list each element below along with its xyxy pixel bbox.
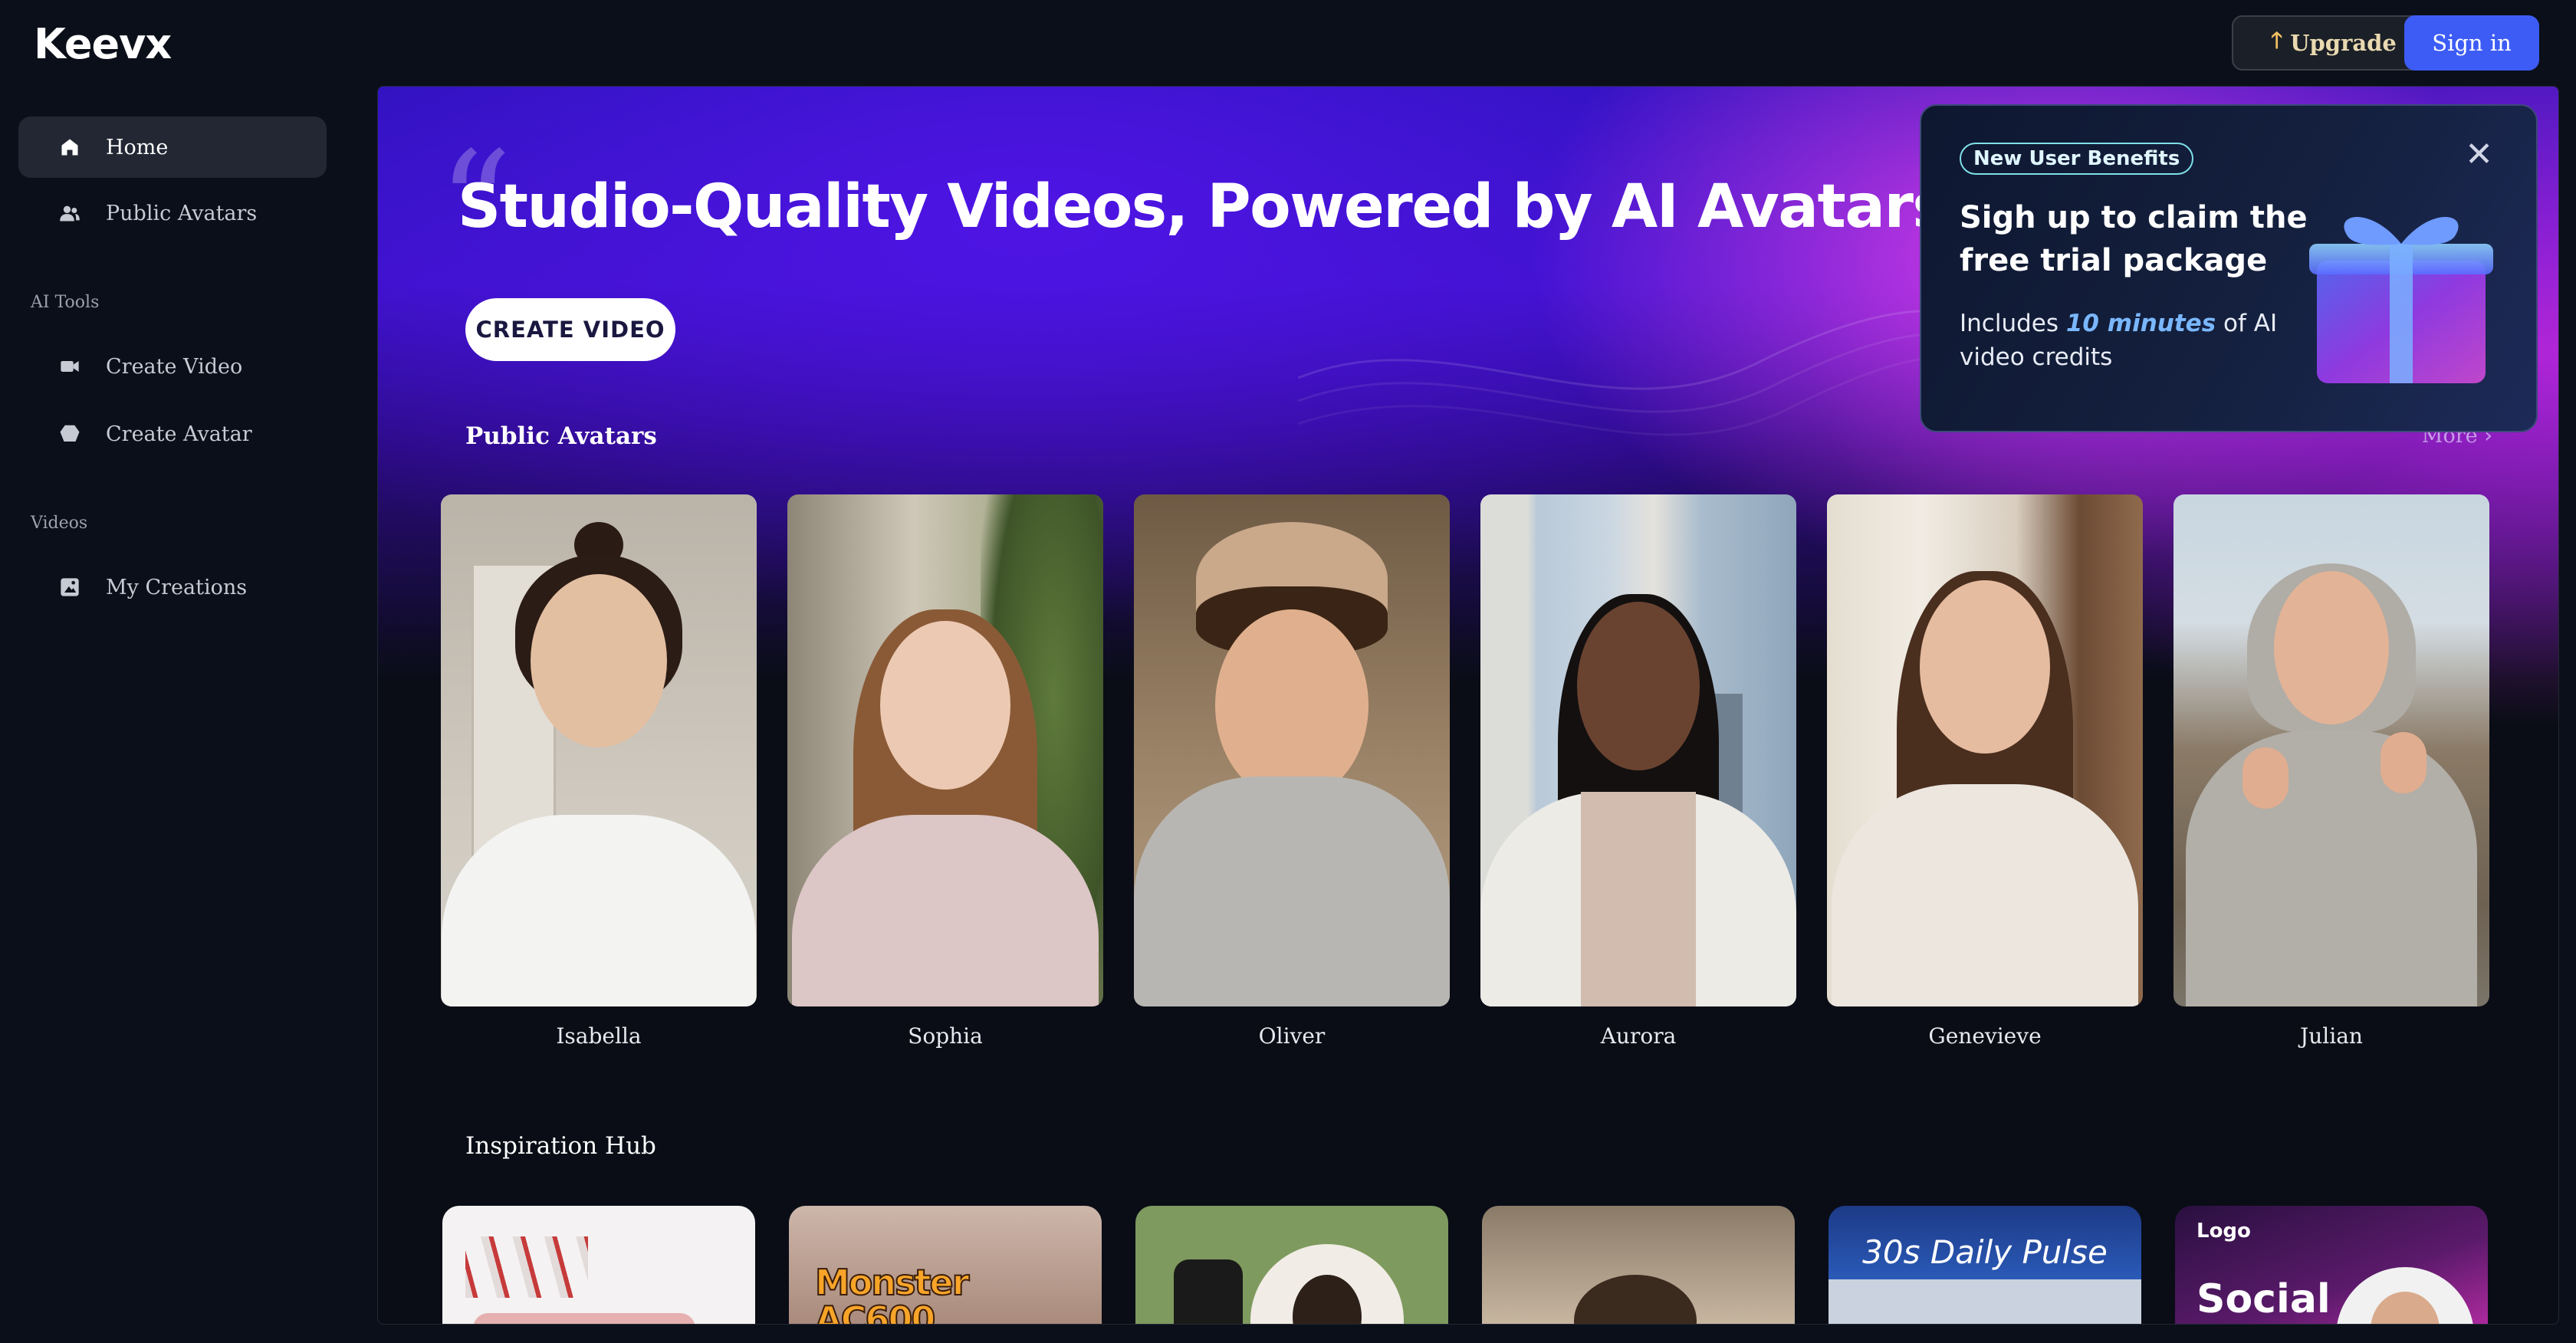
avatar-card[interactable]: Aurora xyxy=(1480,494,1796,1049)
avatar-image xyxy=(2174,494,2489,1006)
sidebar-item-create-avatar[interactable]: Create Avatar xyxy=(18,403,327,465)
app-logo[interactable]: Keevx xyxy=(34,20,172,68)
face xyxy=(2274,571,2389,724)
face xyxy=(1920,580,2050,754)
inspiration-card[interactable] xyxy=(1482,1206,1795,1324)
card-headline: 30s Daily Pulse xyxy=(1862,1233,2108,1271)
card-tag: Logo xyxy=(2196,1220,2251,1243)
avatar-name: Julian xyxy=(2300,1023,2363,1049)
torso xyxy=(442,815,756,1006)
promo-headline: Sigh up to claim the free trial package xyxy=(1960,200,2308,278)
person-hair xyxy=(1574,1275,1697,1324)
upgrade-label: Upgrade xyxy=(2290,30,2397,56)
bottle-image xyxy=(1174,1259,1243,1324)
avatar-shape-icon xyxy=(58,422,81,445)
hero-title: Studio-Quality Videos, Powered by AI Ava… xyxy=(458,172,1948,241)
avatar-card[interactable]: Genevieve xyxy=(1827,494,2143,1049)
sidebar-item-label: Public Avatars xyxy=(106,201,258,225)
inspiration-card[interactable] xyxy=(442,1206,755,1324)
promo-body: Includes 10 minutes of AI video credits xyxy=(1960,307,2282,374)
promo-body-prefix: Includes xyxy=(1960,310,2058,337)
torso xyxy=(1832,784,2138,1006)
hand xyxy=(2380,732,2426,793)
inspiration-card[interactable]: 30s Daily Pulse xyxy=(1829,1206,2141,1324)
avatar-card[interactable]: Julian xyxy=(2174,494,2489,1049)
close-icon[interactable]: ✕ xyxy=(2465,138,2493,172)
hoodie xyxy=(2186,731,2477,1006)
avatar-card[interactable]: Sophia xyxy=(787,494,1103,1049)
avatar-image xyxy=(1480,494,1796,1006)
inspiration-hub-title: Inspiration Hub xyxy=(465,1132,656,1160)
face xyxy=(531,574,667,747)
new-user-promo-popup[interactable]: New User Benefits Sigh up to claim the f… xyxy=(1920,104,2538,432)
inspiration-card[interactable]: Logo Social xyxy=(2175,1206,2488,1324)
avatar-card[interactable]: Oliver xyxy=(1134,494,1450,1049)
top xyxy=(1581,792,1696,1006)
sidebar-item-label: Home xyxy=(106,135,169,159)
creations-icon xyxy=(58,576,81,599)
sidebar-item-label: My Creations xyxy=(106,575,248,599)
video-camera-icon xyxy=(58,355,81,378)
avatar-name: Isabella xyxy=(556,1023,642,1049)
inspiration-card[interactable]: Monster AC600 Headphone xyxy=(789,1206,1102,1325)
avatar-image xyxy=(1134,494,1450,1006)
avatar-card[interactable]: Isabella xyxy=(441,494,757,1049)
torso xyxy=(1134,777,1450,1006)
torso xyxy=(792,815,1099,1006)
public-avatars-title: Public Avatars xyxy=(465,422,657,450)
create-video-button[interactable]: CREATE VIDEO xyxy=(465,298,675,361)
avatar-image xyxy=(1827,494,2143,1006)
promo-body-highlight: 10 minutes xyxy=(2065,310,2216,337)
face xyxy=(1215,609,1368,801)
sidebar-item-label: Create Avatar xyxy=(106,422,252,446)
face xyxy=(880,621,1010,790)
sign-in-button[interactable]: Sign in xyxy=(2404,15,2539,71)
card-headline: Monster AC600 Headphone xyxy=(814,1262,970,1325)
card-headline: Social xyxy=(2196,1276,2331,1322)
sidebar-item-home[interactable]: Home xyxy=(18,117,327,178)
face xyxy=(1577,602,1700,770)
sidebar-item-create-video[interactable]: Create Video xyxy=(18,336,327,397)
users-icon xyxy=(58,202,81,225)
nav-group-title: AI Tools xyxy=(31,293,100,312)
gift-box-icon xyxy=(2309,217,2493,383)
arrow-up-icon: 🡑 xyxy=(2271,26,2283,53)
hand xyxy=(2242,747,2288,809)
nav-group-title: Videos xyxy=(31,514,88,533)
avatar-image xyxy=(441,494,757,1006)
home-icon xyxy=(58,136,81,159)
caption-pill xyxy=(473,1313,695,1324)
avatar-name: Sophia xyxy=(908,1023,983,1049)
avatar-name: Aurora xyxy=(1600,1023,1677,1049)
sidebar-item-my-creations[interactable]: My Creations xyxy=(18,557,327,618)
avatar-name: Oliver xyxy=(1258,1023,1326,1049)
avatar-name: Genevieve xyxy=(1928,1023,2042,1049)
promo-badge: New User Benefits xyxy=(1960,143,2194,175)
avatar-image xyxy=(787,494,1103,1006)
sidebar-item-public-avatars[interactable]: Public Avatars xyxy=(18,182,327,244)
inspiration-card[interactable] xyxy=(1135,1206,1448,1324)
sidebar-item-label: Create Video xyxy=(106,354,243,379)
nail-polish-image xyxy=(465,1236,588,1298)
